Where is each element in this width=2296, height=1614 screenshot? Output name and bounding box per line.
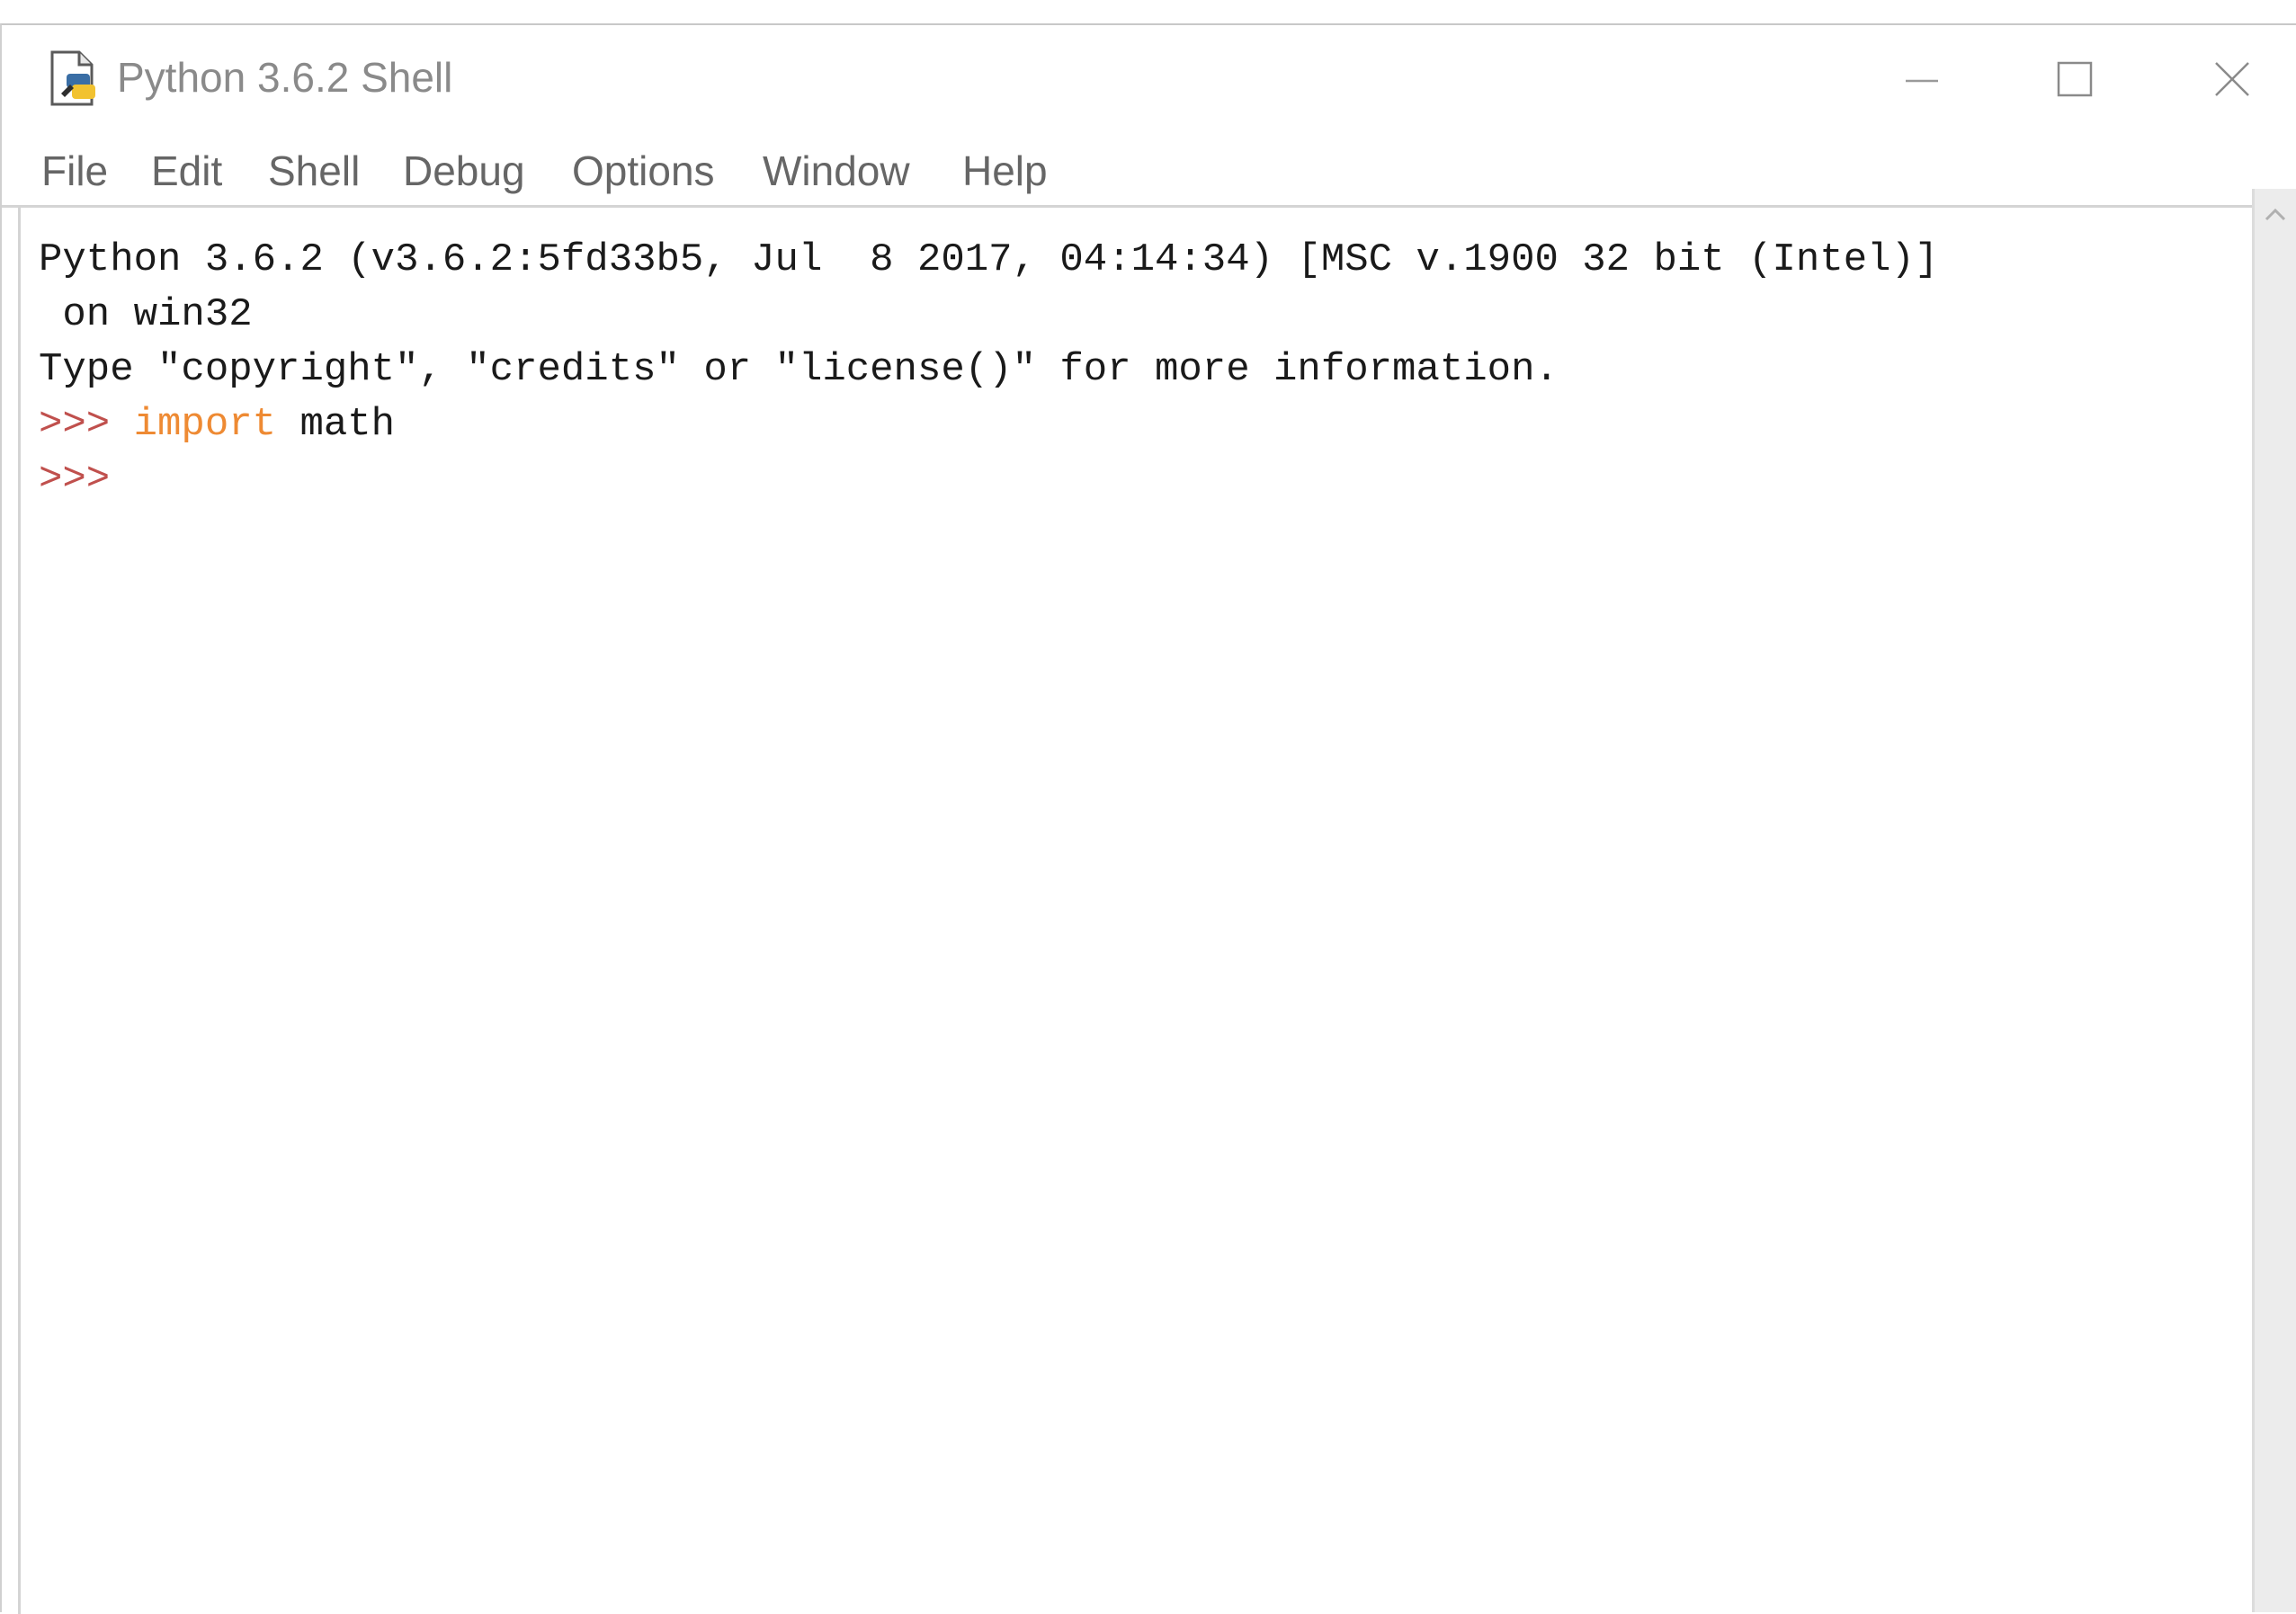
menu-file[interactable]: File [41,144,108,198]
title-bar[interactable]: Python 3.6.2 Shell [2,25,2296,133]
minimize-button[interactable] [1854,25,1989,133]
keyword-import: import [133,402,277,447]
input-line-import: >>> import math [39,397,395,451]
banner-line-2: on win32 [39,292,253,337]
menu-bar: File Edit Shell Debug Options Window Hel… [2,133,2296,208]
banner-line-3: Type "copyright", "credits" or "license(… [39,347,1559,392]
shell-text-area[interactable]: Python 3.6.2 (v3.6.2:5fd33b5, Jul 8 2017… [18,208,2251,1614]
shell-prompt-current: >>> [39,457,111,502]
menu-debug[interactable]: Debug [403,144,525,198]
banner-line-1: Python 3.6.2 (v3.6.2:5fd33b5, Jul 8 2017… [39,237,1939,282]
close-icon [2215,62,2249,96]
idle-python-icon [50,50,95,106]
vertical-scrollbar[interactable] [2252,189,2296,1612]
shell-prompt: >>> [39,402,111,447]
minimize-icon [1906,79,1938,83]
idle-shell-window: Python 3.6.2 Shell File Edit Shell Debug… [0,23,2296,1614]
maximize-button[interactable] [2007,25,2142,133]
maximize-icon [2057,61,2093,97]
module-name: math [299,402,396,447]
menu-options[interactable]: Options [572,144,715,198]
menu-edit[interactable]: Edit [151,144,222,198]
menu-help[interactable]: Help [962,144,1048,198]
menu-window[interactable]: Window [763,144,910,198]
input-line-current: >>> [39,452,110,506]
chevron-up-icon[interactable] [2262,201,2289,228]
close-button[interactable] [2165,25,2296,133]
window-title: Python 3.6.2 Shell [117,54,453,101]
menu-shell[interactable]: Shell [268,144,360,198]
